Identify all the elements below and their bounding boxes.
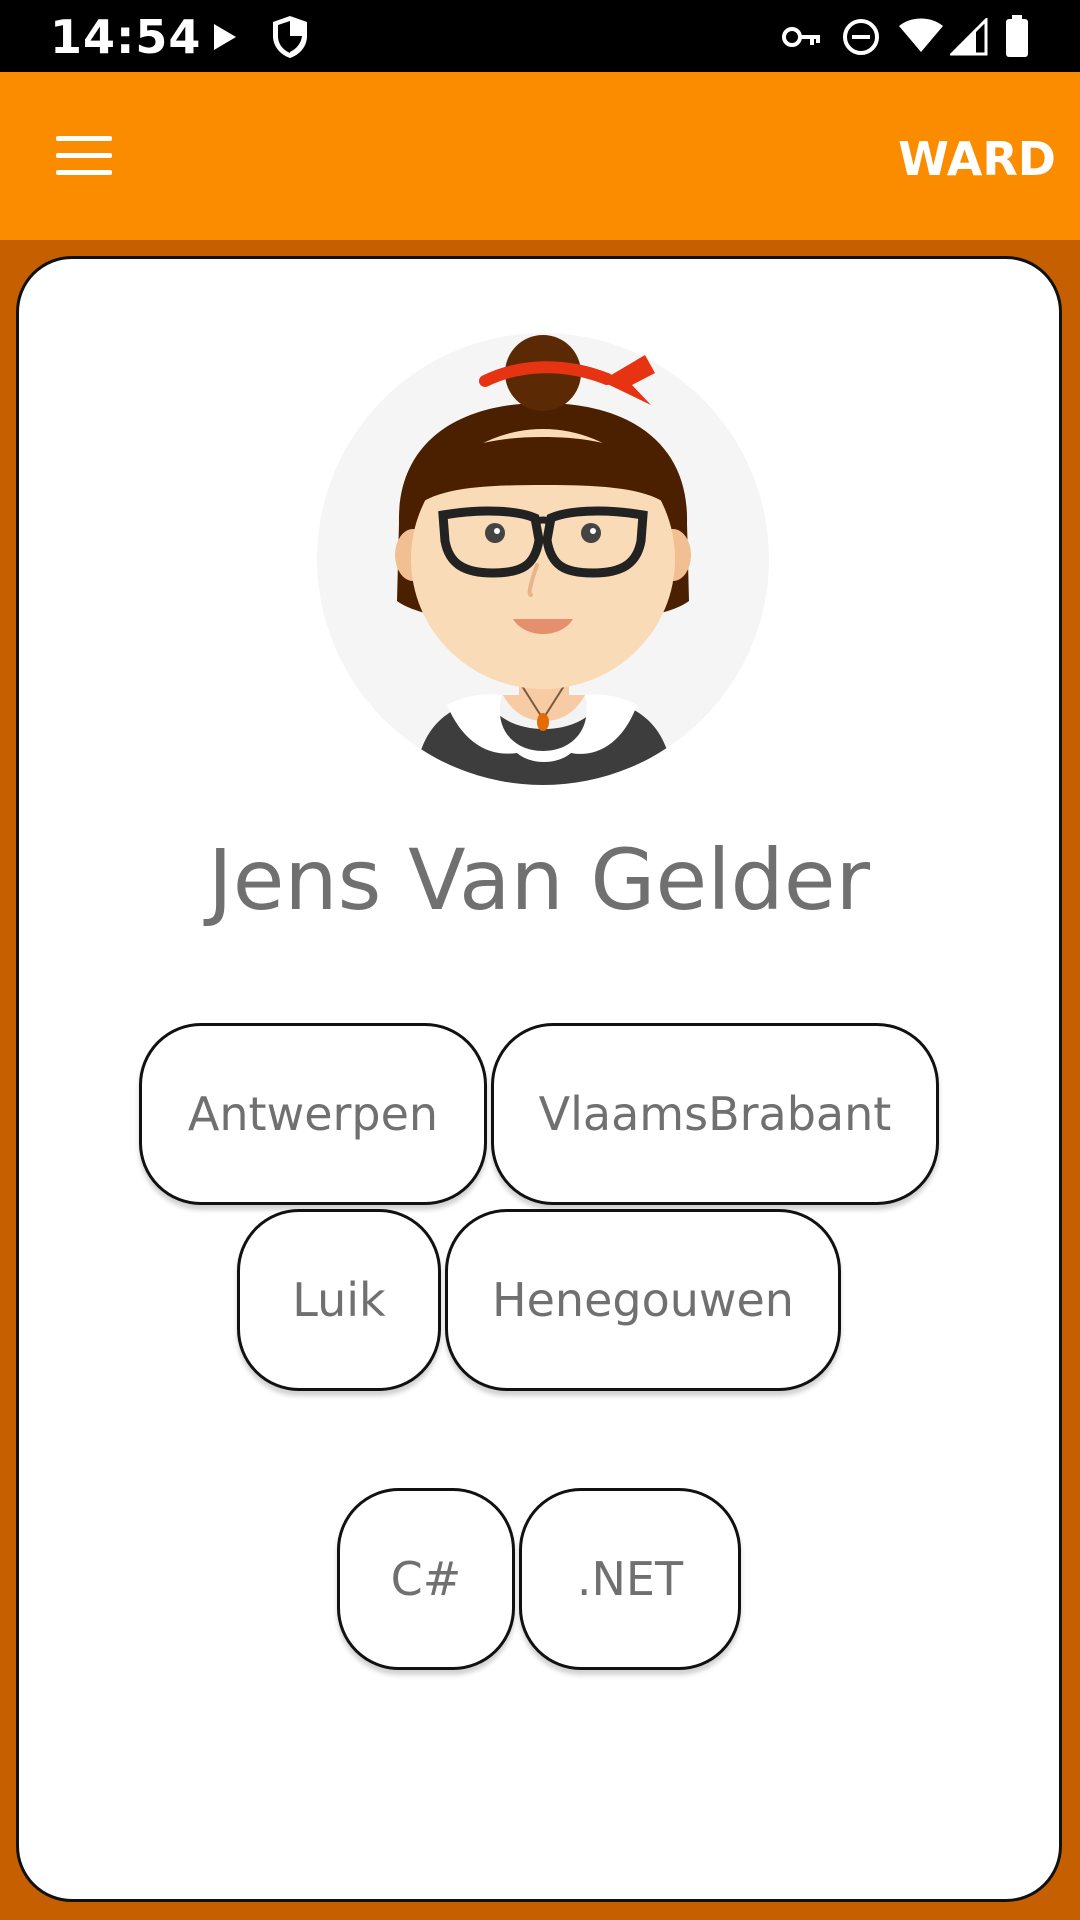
status-time: 14:54 [50, 10, 202, 64]
shield-icon [273, 16, 307, 58]
app-bar: WARD [0, 72, 1080, 240]
region-chip-row: Luik Henegouwen [19, 1209, 1059, 1391]
region-chip[interactable]: Luik [237, 1209, 441, 1391]
wifi-icon [899, 18, 943, 52]
profile-name: Jens Van Gelder [207, 831, 871, 929]
region-chip-row: Antwerpen VlaamsBrabant [19, 1023, 1059, 1205]
ward-action-button[interactable]: WARD [898, 132, 1056, 186]
hamburger-menu-icon[interactable] [44, 126, 124, 186]
vpn-key-icon [782, 27, 820, 47]
profile-card: Jens Van Gelder Antwerpen VlaamsBrabant … [16, 256, 1062, 1902]
battery-icon [1006, 15, 1028, 57]
play-icon [214, 24, 236, 50]
skill-chip[interactable]: C# [337, 1488, 515, 1670]
skill-chip-row: C# .NET [19, 1488, 1059, 1670]
skill-chip[interactable]: .NET [519, 1488, 741, 1670]
do-not-disturb-icon [843, 19, 879, 55]
region-chip[interactable]: Henegouwen [445, 1209, 841, 1391]
avatar [317, 333, 769, 785]
cell-signal-icon [950, 18, 988, 56]
region-chip[interactable]: VlaamsBrabant [491, 1023, 939, 1205]
region-chip[interactable]: Antwerpen [139, 1023, 487, 1205]
status-bar: 14:54 [0, 0, 1080, 72]
